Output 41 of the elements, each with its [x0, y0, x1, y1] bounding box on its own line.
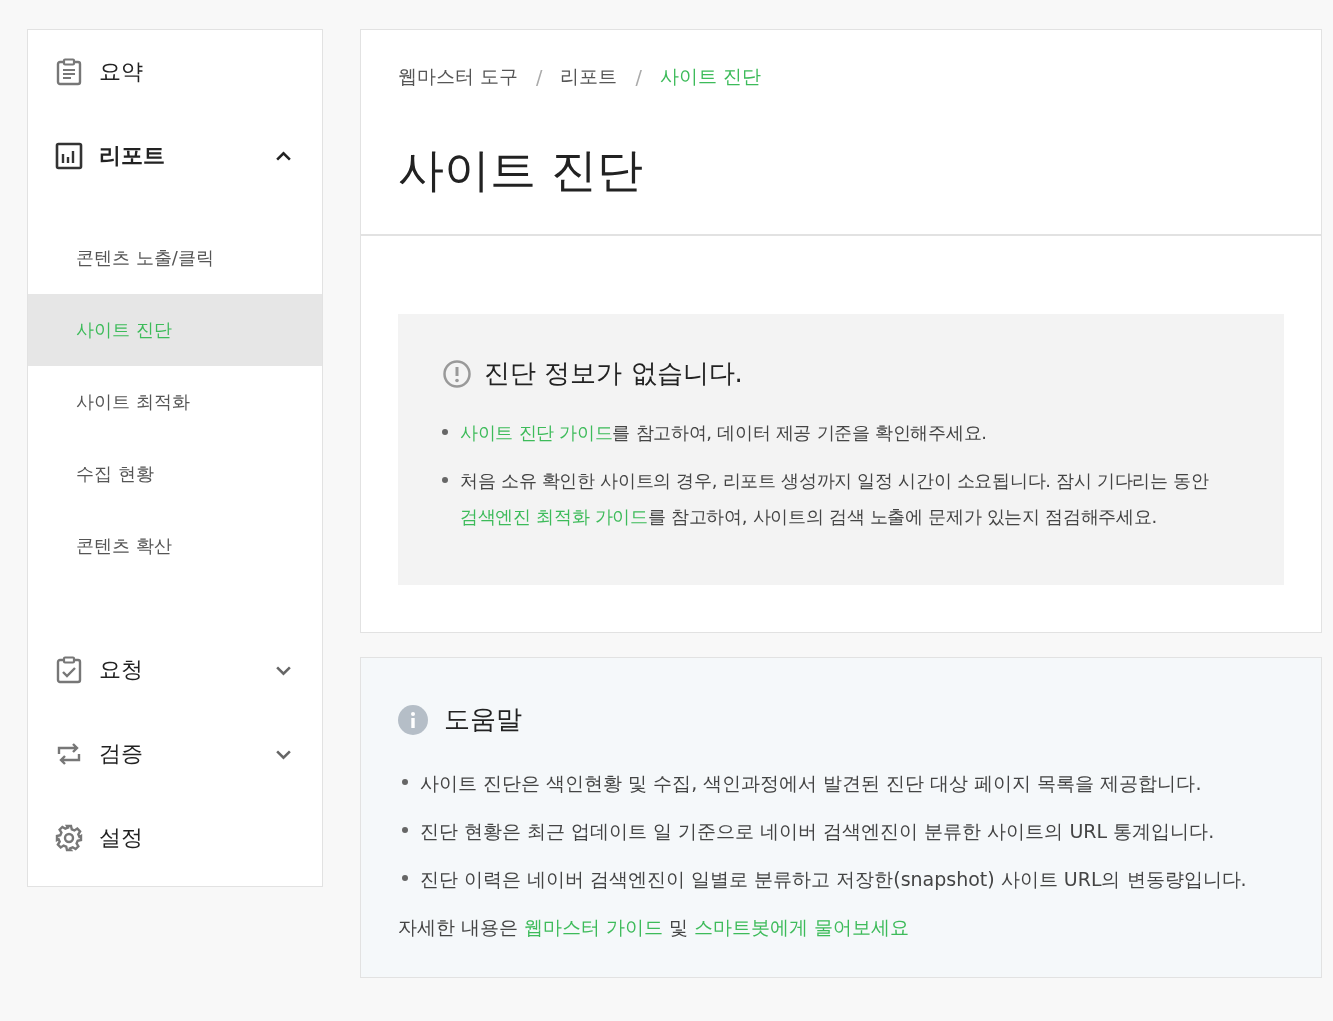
breadcrumb-separator: /	[536, 66, 543, 88]
page-title: 사이트 진단	[398, 142, 644, 199]
sidebar-item[interactable]: 요청	[28, 628, 322, 712]
chevron-up-icon[interactable]	[275, 150, 292, 162]
notice-heading: 진단 정보가 없습니다.	[484, 357, 743, 390]
bullet-icon	[442, 429, 448, 435]
sidebar-subitem[interactable]: 수집 현황	[28, 438, 322, 510]
clipboard-check-icon	[55, 656, 83, 684]
sidebar-label: 검증	[99, 740, 144, 768]
help-text: 사이트 진단은 색인현황 및 수집, 색인과정에서 발견된 진단 대상 페이지 목록을 제공합니다.	[420, 771, 1202, 796]
clipboard-list-icon	[55, 58, 83, 86]
help-footer-text: 자세한 내용은 웹마스터 가이드 및 스마트봇에게 물어보세요	[398, 915, 911, 940]
notice-text: 처음 소유 확인한 사이트의 경우, 리포트 생성까지 일정 시간이 소요됩니다. 잠시 기다리는 동안 검색엔진 최적화 가이드를 참고하여, 사이트의 검색 노출에 문제가 있는지 점검해주세요.	[460, 469, 1210, 529]
exclamation-icon	[442, 358, 472, 389]
notice-text: 사이트 진단 가이드를 참고하여, 데이터 제공 기준을 확인해주세요.	[460, 421, 987, 445]
help-heading: 도움말	[444, 703, 522, 736]
breadcrumb-separator: /	[635, 66, 642, 88]
help-text: 진단 현황은 최근 업데이트 일 기준으로 네이버 검색엔진이 분류한 사이트의 URL 통계입니다.	[420, 819, 1215, 844]
settings-icon	[55, 824, 83, 852]
sidebar-subitem[interactable]: 콘텐츠 노출/클릭	[28, 222, 322, 294]
sidebar-item[interactable]: 검증	[28, 712, 322, 796]
help-text: 진단 이력은 네이버 검색엔진이 일별로 분류하고 저장한(snapshot) 사이트 URL의 변동량입니다.	[420, 867, 1247, 892]
sidebar-label: 요약	[99, 58, 144, 86]
sidebar-subitem[interactable]: 콘텐츠 확산	[28, 510, 322, 582]
bullet-icon	[402, 827, 408, 833]
sidebar-label: 리포트	[99, 142, 166, 170]
chevron-down-icon[interactable]	[275, 748, 292, 760]
breadcrumb-link[interactable]: 웹마스터 도구	[398, 64, 519, 90]
sidebar-label: 설정	[99, 824, 144, 852]
bullet-icon	[402, 779, 408, 785]
sidebar-subitem[interactable]: 사이트 최적화	[28, 366, 322, 438]
sidebar-item[interactable]: 리포트	[28, 114, 322, 198]
bullet-icon	[442, 477, 448, 483]
sidebar-item[interactable]: 요약	[28, 30, 322, 114]
sidebar-item[interactable]: 설정	[28, 796, 322, 880]
chevron-down-icon[interactable]	[275, 664, 292, 676]
bar-chart-icon	[55, 142, 83, 170]
bullet-icon	[402, 875, 408, 881]
info-icon	[398, 704, 428, 735]
sidebar-label: 요청	[99, 656, 144, 684]
breadcrumb-link[interactable]: 리포트	[560, 64, 618, 90]
